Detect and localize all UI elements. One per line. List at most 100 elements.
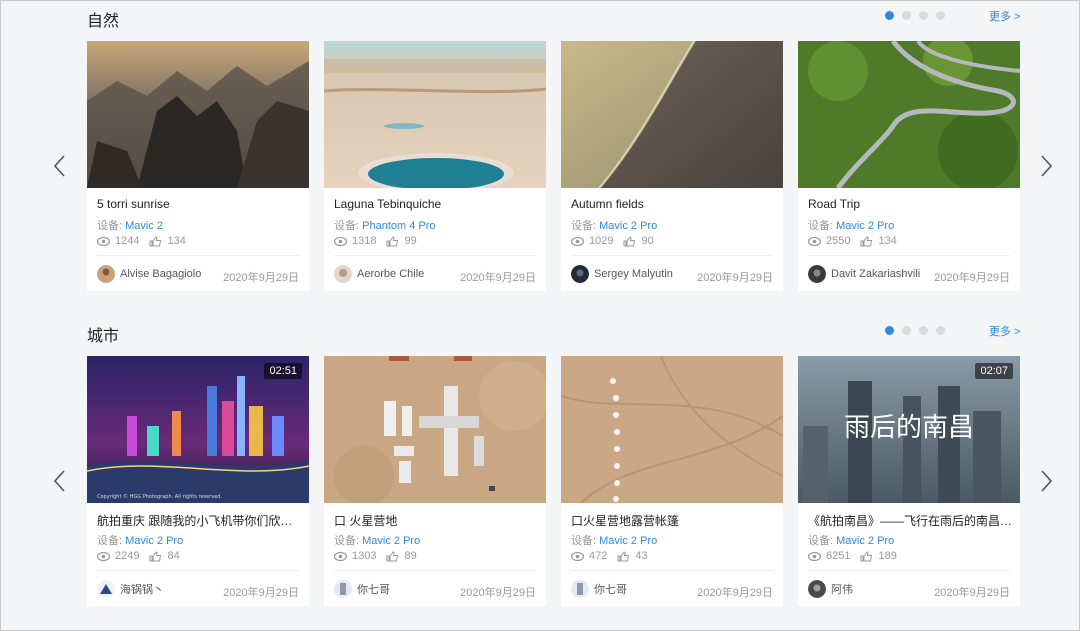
device-model-link[interactable]: Mavic 2 Pro [599,220,657,232]
page-dot-4[interactable] [936,11,945,20]
card-stats: 1318 99 [334,235,417,247]
card-author[interactable]: Sergey Malyutin [571,265,673,283]
view-count: 472 [589,550,608,562]
more-link[interactable]: 更多 > [989,323,1020,339]
avatar[interactable] [571,580,589,598]
thumbs-up-icon [149,550,162,561]
card-divider [808,570,1010,571]
media-card[interactable]: 5 torri sunrise 设备: Mavic 2 1244 134 Alv… [87,41,309,291]
section-heading: 城市 [87,328,120,345]
device-model-link[interactable]: Mavic 2 Pro [836,535,894,547]
page-dot-1[interactable] [885,11,894,20]
page-dot-3[interactable] [919,11,928,20]
media-card[interactable]: 雨后的南昌 02:07 《航拍南昌》——飞行在雨后的南昌上空 设备: Mavic… [798,356,1020,606]
section-nature: 自然 更多 > 5 torri sunrise 设备: Mavic 2 1244… [1,1,1080,301]
card-date: 2020年9月29日 [934,272,1010,284]
card-thumbnail[interactable] [87,41,309,188]
avatar[interactable] [334,580,352,598]
author-name[interactable]: Sergey Malyutin [594,268,673,280]
device-model-link[interactable]: Mavic 2 Pro [125,535,183,547]
card-author[interactable]: Alvise Bagagiolo [97,265,201,283]
device-label: 设备: [334,220,363,232]
media-card[interactable]: 口 火星营地 设备: Mavic 2 Pro 1303 89 你七哥 2020年… [324,356,546,606]
chevron-right-icon[interactable] [1037,468,1055,494]
card-author[interactable]: Aerorbe Chile [334,265,424,283]
card-thumbnail[interactable] [324,356,546,503]
card-date: 2020年9月29日 [697,272,773,284]
page-dot-2[interactable] [902,11,911,20]
page-dot-1[interactable] [885,326,894,335]
card-thumbnail[interactable]: Copyright © HGG Photograph. All rights r… [87,356,309,503]
media-card[interactable]: Laguna Tebinquiche 设备: Phantom 4 Pro 131… [324,41,546,291]
author-name[interactable]: 阿伟 [831,581,853,597]
avatar[interactable] [571,265,589,283]
card-device: 设备: Mavic 2 Pro [571,217,657,233]
device-model-link[interactable]: Mavic 2 [125,220,163,232]
view-count: 2249 [115,550,140,562]
card-author[interactable]: 阿伟 [808,580,853,598]
card-stats: 472 43 [571,550,648,562]
device-model-link[interactable]: Mavic 2 Pro [362,535,420,547]
card-thumbnail[interactable] [324,41,546,188]
avatar[interactable] [97,580,115,598]
card-author[interactable]: 海锅锅丶 [97,580,164,598]
eye-icon [808,236,821,246]
author-name[interactable]: 海锅锅丶 [120,581,164,597]
view-count: 1303 [352,550,377,562]
media-card[interactable]: 口火星营地露营帐篷 设备: Mavic 2 Pro 472 43 你七哥 202… [561,356,783,606]
page-dot-3[interactable] [919,326,928,335]
card-title[interactable]: 航拍重庆 跟随我的小飞机带你们欣赏山城夜景 [97,512,302,529]
card-device: 设备: Mavic 2 Pro [808,217,894,233]
card-thumbnail[interactable] [798,41,1020,188]
author-name[interactable]: Alvise Bagagiolo [120,268,201,280]
card-date: 2020年9月29日 [223,272,299,284]
card-date: 2020年9月29日 [697,587,773,599]
card-author[interactable]: 你七哥 [334,580,390,598]
chevron-left-icon[interactable] [51,468,69,494]
more-link[interactable]: 更多 > [989,8,1020,24]
card-thumbnail[interactable] [561,356,783,503]
chevron-right-icon[interactable] [1037,153,1055,179]
thumbs-up-icon [386,550,399,561]
device-model-link[interactable]: Phantom 4 Pro [362,220,435,232]
page-dot-4[interactable] [936,326,945,335]
media-card[interactable]: Copyright © HGG Photograph. All rights r… [87,356,309,606]
eye-icon [97,551,110,561]
author-name[interactable]: 你七哥 [357,581,390,597]
card-title[interactable]: 口 火星营地 [334,512,539,529]
media-card[interactable]: Road Trip 设备: Mavic 2 Pro 2550 134 Davit… [798,41,1020,291]
card-thumbnail[interactable]: 雨后的南昌 02:07 [798,356,1020,503]
avatar[interactable] [808,265,826,283]
card-title[interactable]: 口火星营地露营帐篷 [571,512,776,529]
card-title[interactable]: Laguna Tebinquiche [334,197,539,211]
device-label: 设备: [334,535,363,547]
card-author[interactable]: 你七哥 [571,580,627,598]
author-name[interactable]: Aerorbe Chile [357,268,424,280]
author-name[interactable]: 你七哥 [594,581,627,597]
card-date: 2020年9月29日 [460,272,536,284]
media-card[interactable]: Autumn fields 设备: Mavic 2 Pro 1029 90 Se… [561,41,783,291]
page-dot-2[interactable] [902,326,911,335]
card-divider [808,255,1010,256]
author-name[interactable]: Davit Zakariashvili [831,268,920,280]
chevron-left-icon[interactable] [51,153,69,179]
like-count: 43 [635,550,648,562]
card-date: 2020年9月29日 [460,587,536,599]
card-stats: 2550 134 [808,235,897,247]
card-title[interactable]: Autumn fields [571,197,776,211]
thumbs-up-icon [860,235,873,246]
device-model-link[interactable]: Mavic 2 Pro [599,535,657,547]
avatar[interactable] [97,265,115,283]
card-thumbnail[interactable] [561,41,783,188]
avatar[interactable] [334,265,352,283]
card-title[interactable]: Road Trip [808,197,1013,211]
card-title[interactable]: 《航拍南昌》——飞行在雨后的南昌上空 [808,512,1013,529]
device-model-link[interactable]: Mavic 2 Pro [836,220,894,232]
card-author[interactable]: Davit Zakariashvili [808,265,920,283]
avatar[interactable] [808,580,826,598]
card-stats: 1029 90 [571,235,654,247]
view-count: 1244 [115,235,140,247]
like-count: 90 [641,235,654,247]
card-title[interactable]: 5 torri sunrise [97,197,302,211]
eye-icon [571,236,584,246]
